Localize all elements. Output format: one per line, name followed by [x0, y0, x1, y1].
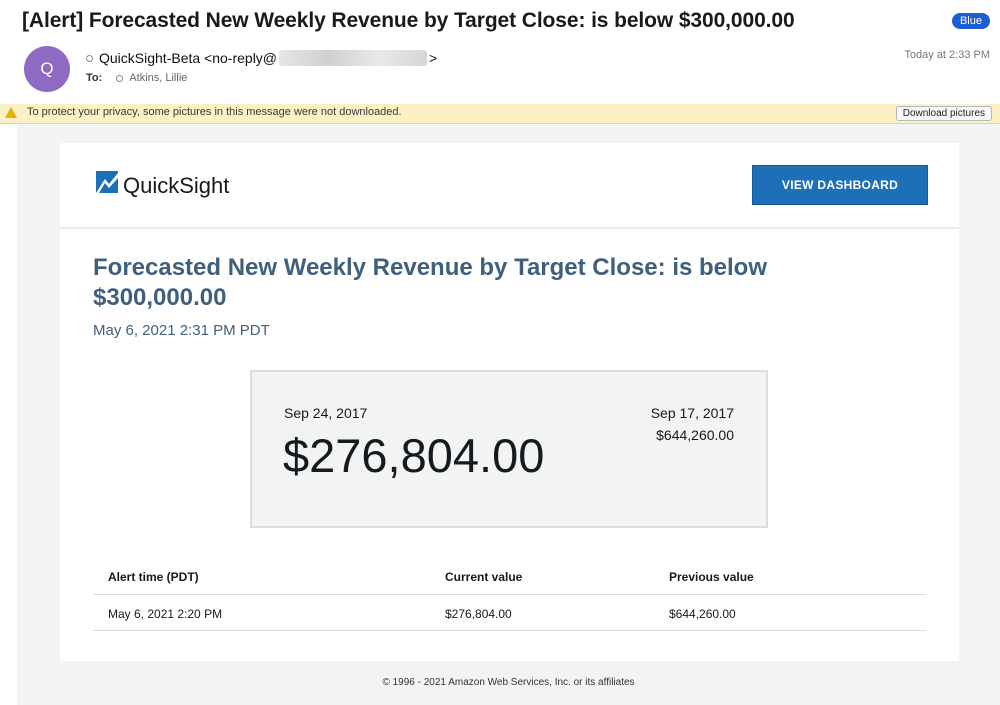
header-current-value: Current value	[445, 570, 523, 584]
cell-previous-value: $644,260.00	[669, 607, 736, 621]
kpi-previous-date: Sep 17, 2017	[650, 405, 734, 421]
warning-icon	[5, 107, 17, 118]
privacy-message: To protect your privacy, some pictures i…	[27, 106, 402, 118]
footer-copyright: © 1996 - 2021 Amazon Web Services, Inc. …	[382, 677, 635, 688]
table-row: May 6, 2021 2:20 PM $276,804.00 $644,260…	[93, 595, 926, 631]
download-pictures-button[interactable]: Download pictures	[895, 106, 992, 121]
avatar: Q	[24, 46, 70, 92]
alert-table: Alert time (PDT) Current value Previous …	[93, 558, 926, 631]
mailbox-tag[interactable]: Blue	[951, 13, 990, 29]
alert-title: Forecasted New Weekly Revenue by Target …	[93, 254, 768, 311]
table-header: Alert time (PDT) Current value Previous …	[93, 558, 926, 595]
kpi-current-date: Sep 24, 2017	[284, 405, 368, 421]
recipient-row: To: Atkins, Lillie	[86, 72, 187, 84]
quicksight-logo-icon	[96, 171, 118, 193]
cell-current-value: $276,804.00	[445, 607, 512, 621]
alert-card: QuickSight VIEW DASHBOARD Forecasted New…	[60, 143, 959, 661]
recipient-name[interactable]: Atkins, Lillie	[129, 72, 187, 84]
to-label: To:	[86, 72, 103, 84]
header-alert-time: Alert time (PDT)	[108, 570, 199, 584]
kpi-current-value: $276,804.00	[283, 429, 545, 482]
brand-name: QuickSight	[123, 173, 230, 198]
sender-suffix: >	[429, 50, 438, 66]
status-dot-icon	[86, 54, 93, 62]
privacy-banner: To protect your privacy, some pictures i…	[0, 104, 1000, 124]
view-dashboard-button[interactable]: VIEW DASHBOARD	[752, 165, 928, 205]
cell-alert-time: May 6, 2021 2:20 PM	[108, 607, 223, 621]
sender[interactable]: QuickSight-Beta <no-reply@ >	[86, 50, 437, 66]
header-previous-value: Previous value	[669, 570, 754, 584]
status-dot-icon	[116, 74, 124, 82]
kpi-previous-value: $644,260.00	[656, 427, 734, 443]
received-time: Today at 2:33 PM	[904, 49, 990, 61]
alert-date: May 6, 2021 2:31 PM PDT	[93, 322, 270, 339]
email-header: [Alert] Forecasted New Weekly Revenue by…	[0, 0, 1000, 104]
email-subject: [Alert] Forecasted New Weekly Revenue by…	[22, 9, 795, 32]
kpi-box: Sep 24, 2017 $276,804.00 Sep 17, 2017 $6…	[250, 370, 768, 528]
sender-name: QuickSight-Beta <no-reply@	[99, 50, 278, 66]
card-header: QuickSight VIEW DASHBOARD	[60, 143, 959, 229]
redacted-address	[279, 50, 428, 66]
